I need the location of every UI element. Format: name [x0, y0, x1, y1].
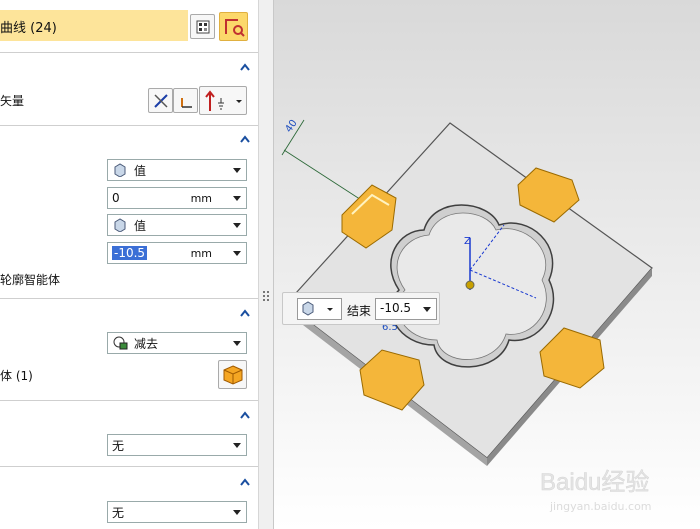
draft-dropdown[interactable]: 无 — [107, 434, 247, 456]
section-curve-title: 曲线 (24) — [0, 21, 57, 36]
value-icon — [112, 218, 128, 233]
chevron-down-icon — [233, 443, 241, 448]
end-mode-dropdown[interactable] — [297, 298, 342, 320]
model-scene[interactable]: 40 8 6.5 Z — [274, 0, 700, 529]
collapse-icon[interactable] — [240, 62, 250, 72]
collapse-icon[interactable] — [240, 477, 250, 487]
end-distance-value: -10.5 — [112, 246, 148, 260]
feature-dialog-panel: 曲线 (24) 矢量 值 0 mm 值 -10.5 mm 轮廓智能体 减去 体 … — [0, 0, 258, 529]
smart-volume-checkbox-label[interactable]: 轮廓智能体 — [0, 271, 60, 288]
vector-icon — [180, 97, 192, 108]
origin-handle[interactable] — [465, 280, 475, 290]
boolean-dropdown[interactable]: 减去 — [107, 332, 247, 354]
graphics-viewport[interactable]: 40 8 6.5 Z — [274, 0, 700, 529]
divider — [0, 466, 258, 467]
dimension-a-label: 40 — [283, 118, 299, 135]
chevron-down-icon — [233, 196, 241, 201]
select-body-button[interactable] — [218, 360, 247, 389]
vector-dialog-button[interactable] — [173, 88, 198, 113]
end-option-dropdown[interactable]: 值 — [107, 214, 247, 236]
reverse-direction-icon — [153, 93, 168, 108]
start-distance-field[interactable]: 0 mm — [107, 187, 247, 209]
start-option-dropdown[interactable]: 值 — [107, 159, 247, 181]
dynamic-input-bar: 结束 -10.5 — [282, 292, 440, 325]
collapse-icon[interactable] — [240, 134, 250, 144]
splitter-grip-icon[interactable] — [263, 291, 269, 301]
sketch-icon — [224, 18, 245, 37]
offset-option-value: 无 — [112, 505, 125, 520]
divider — [0, 298, 258, 299]
boolean-option-value: 减去 — [134, 336, 159, 351]
collapse-icon[interactable] — [240, 308, 250, 318]
curve-rule-button[interactable] — [190, 14, 215, 39]
watermark-logo: Baidu经验 jingyan.baidu.com — [540, 460, 690, 520]
start-option-value: 值 — [134, 163, 147, 178]
start-distance-value: 0 — [112, 191, 120, 205]
end-label: 结束 — [347, 304, 372, 318]
dimension-line — [281, 119, 370, 206]
chevron-down-icon — [233, 223, 241, 228]
select-body-label: 体 (1) — [0, 369, 33, 383]
end-value-field[interactable]: -10.5 — [375, 298, 437, 320]
divider — [0, 52, 258, 53]
watermark-url: jingyan.baidu.com — [549, 500, 652, 513]
end-option-value: 值 — [134, 218, 147, 233]
vector-type-dropdown[interactable] — [199, 86, 247, 115]
chevron-down-icon — [233, 510, 241, 515]
collapse-icon[interactable] — [240, 410, 250, 420]
watermark-brand: Baidu经验 — [540, 469, 649, 496]
chevron-down-icon — [233, 168, 241, 173]
divider — [0, 125, 258, 126]
start-unit: mm — [190, 192, 212, 205]
z-axis-label: Z — [464, 236, 471, 247]
divider — [0, 400, 258, 401]
grid-icon — [196, 20, 209, 33]
splitter[interactable] — [258, 0, 274, 529]
end-value: -10.5 — [380, 301, 412, 315]
value-icon — [112, 163, 128, 178]
subtract-icon — [112, 336, 128, 350]
reverse-direction-button[interactable] — [148, 88, 173, 113]
zc-axis-icon — [205, 89, 242, 111]
chevron-down-icon — [423, 307, 431, 312]
chevron-down-icon — [233, 251, 241, 256]
chevron-down-icon — [233, 341, 241, 346]
end-unit: mm — [190, 247, 212, 260]
end-distance-field[interactable]: -10.5 mm — [107, 242, 247, 264]
cube-icon — [223, 364, 242, 385]
draft-option-value: 无 — [112, 438, 125, 453]
vector-label: 矢量 — [0, 94, 25, 108]
value-icon — [302, 301, 333, 316]
select-curve-button[interactable] — [219, 12, 248, 41]
offset-dropdown[interactable]: 无 — [107, 501, 247, 523]
